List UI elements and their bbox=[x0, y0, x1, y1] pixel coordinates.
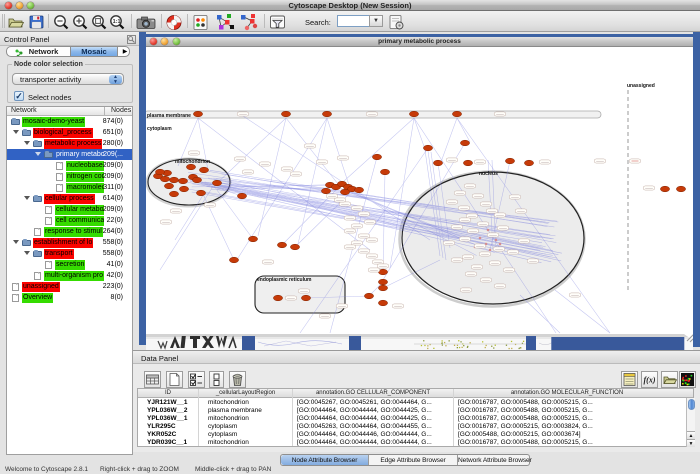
svg-text:f(x): f(x) bbox=[644, 376, 656, 385]
svg-text:endoplasmic reticulum: endoplasmic reticulum bbox=[257, 277, 312, 283]
svg-text:unassigned: unassigned bbox=[627, 83, 655, 89]
svg-text:plasma membrane: plasma membrane bbox=[147, 113, 191, 119]
svg-text:nucleus: nucleus bbox=[479, 171, 498, 177]
svg-text:1:1: 1:1 bbox=[113, 19, 121, 25]
svg-text:mitochondrion: mitochondrion bbox=[175, 159, 210, 165]
svg-text:cytoplasm: cytoplasm bbox=[147, 126, 172, 132]
